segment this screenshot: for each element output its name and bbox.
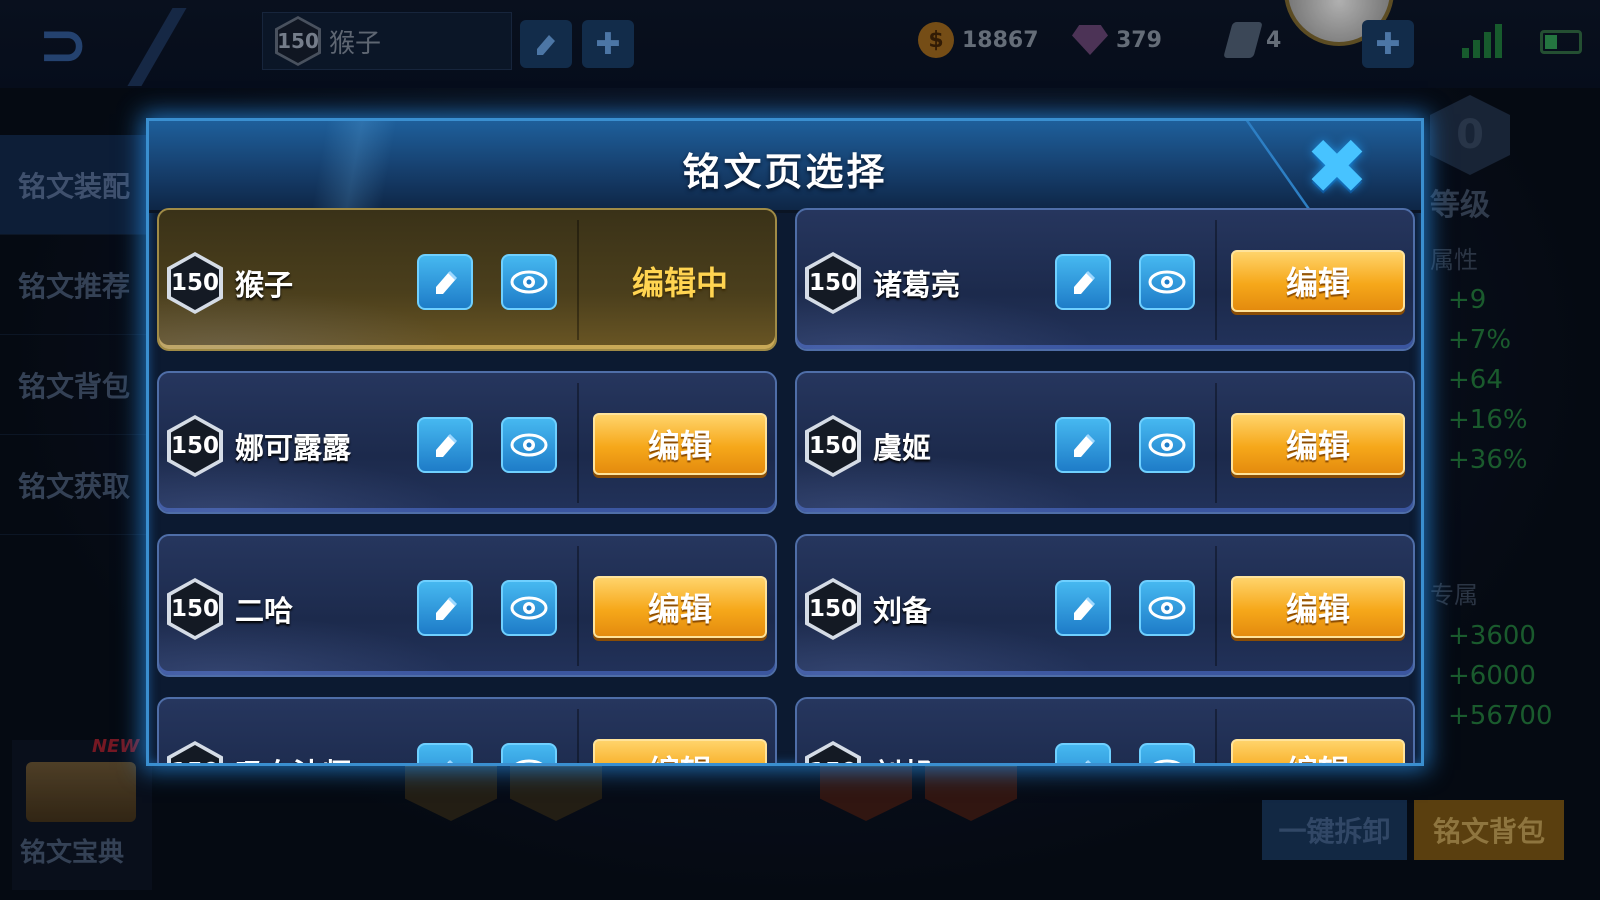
eye-icon [1148,596,1186,620]
eye-icon [1148,433,1186,457]
pencil-icon [436,270,458,294]
view-button[interactable] [501,417,557,473]
page-level: 150 [809,256,857,310]
page-name: 刘备 [873,594,932,628]
page-level: 150 [809,745,857,763]
rename-button[interactable] [417,743,473,763]
eye-icon [1148,270,1186,294]
page-name: 刘邦 [873,751,931,763]
card-divider [577,383,579,503]
card-divider [1215,220,1217,340]
eye-icon [1153,759,1181,763]
view-button[interactable] [501,254,557,310]
pencil-icon [436,433,458,457]
page-card[interactable]: 150 虞姬 编辑 [795,371,1415,514]
pencil-icon [1085,759,1092,763]
pencil-icon [447,759,454,763]
rename-button[interactable] [1055,580,1111,636]
view-button[interactable] [1139,254,1195,310]
page-name: 虞姬 [873,431,932,465]
card-divider [1215,546,1217,666]
view-button[interactable] [1139,743,1195,763]
page-card[interactable]: 150 刘邦 编辑 [795,697,1415,763]
edit-button[interactable]: 编辑 [593,739,767,763]
view-button[interactable] [501,580,557,636]
edit-button[interactable]: 编辑 [1231,576,1405,638]
edit-button[interactable]: 编辑 [593,576,767,638]
page-level: 150 [171,256,219,310]
page-card[interactable]: 150 诸葛亮 编辑 [795,208,1415,351]
level-hex-icon: 150 [805,741,861,763]
page-level: 150 [171,582,219,636]
eye-icon [510,270,548,294]
edit-button[interactable]: 编辑 [593,413,767,475]
page-card[interactable]: 150 吸血法师 编辑 [157,697,777,763]
page-level: 150 [809,582,857,636]
eye-icon [510,596,548,620]
rename-button[interactable] [417,580,473,636]
page-select-dialog: 铭文页选择 ✖ 150 猴子 编辑中 150 诸葛亮 编辑 150 娜可露露 编… [146,118,1424,766]
eye-icon [510,433,548,457]
page-level: 150 [809,419,857,473]
page-level: 150 [171,745,219,763]
edit-button[interactable]: 编辑 [1231,739,1405,763]
page-level: 150 [171,419,219,473]
page-name: 猴子 [235,268,294,302]
card-divider [577,709,579,763]
eye-icon [515,759,543,763]
page-card[interactable]: 150 娜可露露 编辑 [157,371,777,514]
view-button[interactable] [1139,580,1195,636]
edit-button[interactable]: 编辑 [1231,250,1405,312]
dialog-header: 铭文页选择 ✖ [149,121,1421,213]
close-button[interactable]: ✖ [1297,127,1377,207]
card-divider [577,220,579,340]
card-divider [1215,709,1217,763]
rename-button[interactable] [1055,743,1111,763]
pencil-icon [1074,270,1096,294]
page-card[interactable]: 150 二哈 编辑 [157,534,777,677]
rename-button[interactable] [1055,417,1111,473]
close-icon: ✖ [1305,122,1369,211]
editing-status: 编辑中 [631,264,728,302]
pencil-icon [1074,596,1096,620]
card-divider [1215,383,1217,503]
page-name: 诸葛亮 [873,268,961,302]
page-card[interactable]: 150 刘备 编辑 [795,534,1415,677]
edit-button[interactable]: 编辑 [1231,413,1405,475]
view-button[interactable] [501,743,557,763]
pencil-icon [436,596,458,620]
level-hex-icon: 150 [167,741,223,763]
page-name: 娜可露露 [235,431,352,465]
card-divider [577,546,579,666]
view-button[interactable] [1139,417,1195,473]
dialog-title: 铭文页选择 [682,150,888,194]
rename-button[interactable] [417,417,473,473]
rename-button[interactable] [1055,254,1111,310]
pencil-icon [1074,433,1096,457]
page-name: 吸血法师 [235,751,351,763]
rename-button[interactable] [417,254,473,310]
page-card-active[interactable]: 150 猴子 编辑中 [157,208,777,351]
page-name: 二哈 [235,594,294,628]
